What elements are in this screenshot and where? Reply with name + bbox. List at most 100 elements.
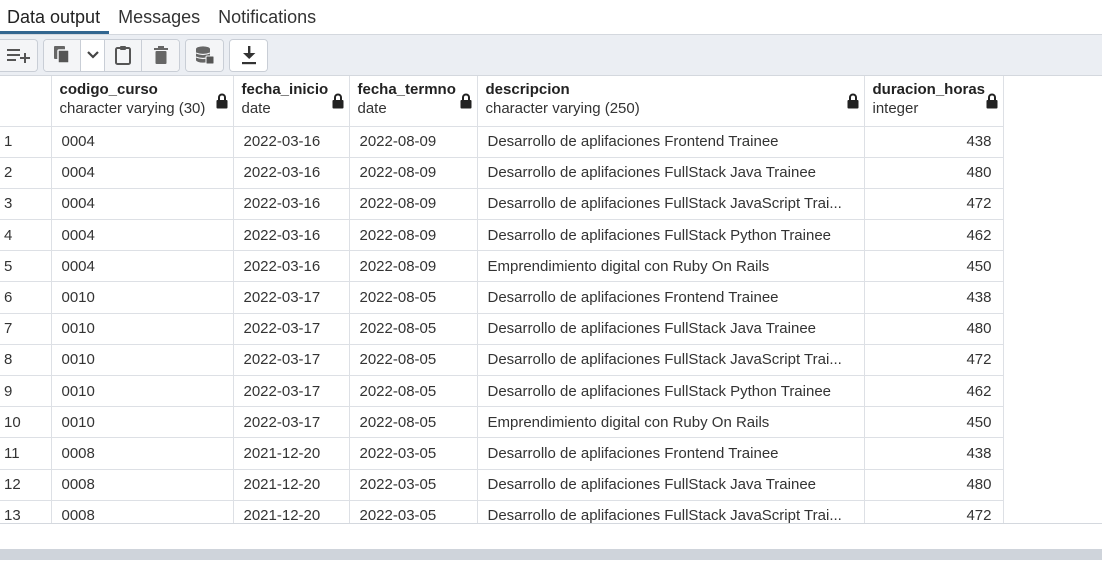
table-row[interactable]: 8 0010 2022-03-17 2022-08-05 Desarrollo de a… [0,344,1102,377]
cell-fecha-inicio[interactable]: 2022-03-17 [233,281,350,314]
tab-data-output[interactable]: Data output [0,0,110,34]
cell-fecha-termno[interactable]: 2022-08-09 [349,188,478,221]
row-number-header[interactable] [0,76,52,127]
row-number[interactable]: 7 [0,313,52,345]
cell-descripcion[interactable]: Desarrollo de aplifaciones FullStack Jav… [477,188,865,221]
cell-duracion-horas[interactable]: 472 [864,500,1004,523]
cell-fecha-inicio[interactable]: 2021-12-20 [233,500,350,523]
cell-fecha-termno[interactable]: 2022-08-05 [349,344,478,377]
cell-duracion-horas[interactable]: 472 [864,344,1004,377]
cell-duracion-horas[interactable]: 480 [864,469,1004,501]
cell-codigo-curso[interactable]: 0010 [51,281,234,314]
cell-duracion-horas[interactable]: 450 [864,250,1004,283]
copy-options-dropdown[interactable] [81,39,105,71]
column-header-codigo-curso[interactable]: codigo_curso character varying (30) [51,76,234,127]
tab-notifications[interactable]: Notifications [209,0,325,34]
row-number[interactable]: 13 [0,500,52,523]
cell-descripcion[interactable]: Emprendimiento digital con Ruby On Rails [477,406,865,439]
row-number[interactable]: 3 [0,188,52,221]
row-number[interactable]: 12 [0,469,52,501]
table-row[interactable]: 11 0008 2021-12-20 2022-03-05 Desarrollo de … [0,437,1102,470]
cell-fecha-inicio[interactable]: 2022-03-17 [233,313,350,345]
cell-duracion-horas[interactable]: 480 [864,313,1004,345]
cell-descripcion[interactable]: Desarrollo de aplifaciones Frontend Trai… [477,281,865,314]
cell-duracion-horas[interactable]: 450 [864,406,1004,439]
cell-fecha-inicio[interactable]: 2022-03-16 [233,250,350,283]
row-number[interactable]: 9 [0,375,52,408]
table-row[interactable]: 6 0010 2022-03-17 2022-08-05 Desarrollo de a… [0,281,1102,314]
cell-descripcion[interactable]: Desarrollo de aplifaciones FullStack Jav… [477,344,865,377]
cell-descripcion[interactable]: Desarrollo de aplifaciones Frontend Trai… [477,437,865,470]
cell-codigo-curso[interactable]: 0004 [51,250,234,283]
cell-codigo-curso[interactable]: 0010 [51,344,234,377]
cell-fecha-inicio[interactable]: 2022-03-16 [233,157,350,189]
cell-fecha-termno[interactable]: 2022-03-05 [349,437,478,470]
cell-codigo-curso[interactable]: 0004 [51,188,234,221]
horizontal-scrollbar[interactable] [0,549,1102,560]
cell-descripcion[interactable]: Desarrollo de aplifaciones FullStack Jav… [477,157,865,189]
cell-codigo-curso[interactable]: 0004 [51,157,234,189]
row-number[interactable]: 5 [0,250,52,283]
column-header-descripcion[interactable]: descripcion character varying (250) [477,76,865,127]
cell-duracion-horas[interactable]: 480 [864,157,1004,189]
cell-duracion-horas[interactable]: 438 [864,126,1004,158]
table-row[interactable]: 7 0010 2022-03-17 2022-08-05 Desarrollo de a… [0,313,1102,345]
cell-fecha-termno[interactable]: 2022-03-05 [349,500,478,523]
table-row[interactable]: 3 0004 2022-03-16 2022-08-09 Desarrollo de a… [0,188,1102,221]
table-row[interactable]: 9 0010 2022-03-17 2022-08-05 Desarrollo de a… [0,375,1102,408]
cell-fecha-termno[interactable]: 2022-08-09 [349,219,478,252]
cell-descripcion[interactable]: Emprendimiento digital con Ruby On Rails [477,250,865,283]
cell-fecha-inicio[interactable]: 2021-12-20 [233,469,350,501]
cell-fecha-termno[interactable]: 2022-08-09 [349,157,478,189]
row-number[interactable]: 1 [0,126,52,158]
cell-duracion-horas[interactable]: 438 [864,281,1004,314]
cell-duracion-horas[interactable]: 462 [864,375,1004,408]
cell-fecha-termno[interactable]: 2022-08-09 [349,126,478,158]
cell-fecha-inicio[interactable]: 2021-12-20 [233,437,350,470]
row-number[interactable]: 6 [0,281,52,314]
cell-codigo-curso[interactable]: 0010 [51,313,234,345]
row-number[interactable]: 4 [0,219,52,252]
table-row[interactable]: 10 0010 2022-03-17 2022-08-05 Emprendimiento… [0,406,1102,439]
row-number[interactable]: 10 [0,406,52,439]
cell-fecha-termno[interactable]: 2022-08-05 [349,281,478,314]
cell-codigo-curso[interactable]: 0008 [51,469,234,501]
cell-descripcion[interactable]: Desarrollo de aplifaciones FullStack Jav… [477,500,865,523]
table-row[interactable]: 13 0008 2021-12-20 2022-03-05 Desarrollo de … [0,500,1102,523]
cell-codigo-curso[interactable]: 0010 [51,375,234,408]
row-number[interactable]: 2 [0,157,52,189]
column-header-duracion-horas[interactable]: duracion_horas integer [864,76,1004,127]
cell-fecha-termno[interactable]: 2022-08-05 [349,313,478,345]
cell-fecha-inicio[interactable]: 2022-03-17 [233,375,350,408]
cell-fecha-termno[interactable]: 2022-08-09 [349,250,478,283]
save-data-button[interactable] [186,39,223,71]
cell-fecha-termno[interactable]: 2022-08-05 [349,406,478,439]
copy-button[interactable] [44,39,81,71]
cell-fecha-inicio[interactable]: 2022-03-16 [233,219,350,252]
cell-duracion-horas[interactable]: 462 [864,219,1004,252]
cell-descripcion[interactable]: Desarrollo de aplifaciones FullStack Pyt… [477,219,865,252]
cell-duracion-horas[interactable]: 438 [864,437,1004,470]
download-button[interactable] [230,39,267,71]
table-row[interactable]: 5 0004 2022-03-16 2022-08-09 Emprendimiento … [0,250,1102,283]
table-row[interactable]: 1 0004 2022-03-16 2022-08-09 Desarrollo de a… [0,126,1102,158]
row-number[interactable]: 11 [0,437,52,470]
table-row[interactable]: 12 0008 2021-12-20 2022-03-05 Desarrollo de … [0,469,1102,501]
paste-button[interactable] [105,39,142,71]
cell-descripcion[interactable]: Desarrollo de aplifaciones FullStack Jav… [477,469,865,501]
column-header-fecha-termno[interactable]: fecha_termno date [349,76,478,127]
tab-messages[interactable]: Messages [109,0,209,34]
cell-descripcion[interactable]: Desarrollo de aplifaciones Frontend Trai… [477,126,865,158]
cell-fecha-inicio[interactable]: 2022-03-17 [233,344,350,377]
cell-codigo-curso[interactable]: 0004 [51,219,234,252]
table-row[interactable]: 2 0004 2022-03-16 2022-08-09 Desarrollo de a… [0,157,1102,189]
cell-fecha-termno[interactable]: 2022-03-05 [349,469,478,501]
row-number[interactable]: 8 [0,344,52,377]
cell-fecha-inicio[interactable]: 2022-03-16 [233,126,350,158]
cell-duracion-horas[interactable]: 472 [864,188,1004,221]
delete-button[interactable] [142,39,179,71]
cell-codigo-curso[interactable]: 0010 [51,406,234,439]
cell-codigo-curso[interactable]: 0004 [51,126,234,158]
cell-fecha-inicio[interactable]: 2022-03-17 [233,406,350,439]
table-row[interactable]: 4 0004 2022-03-16 2022-08-09 Desarrollo de a… [0,219,1102,252]
